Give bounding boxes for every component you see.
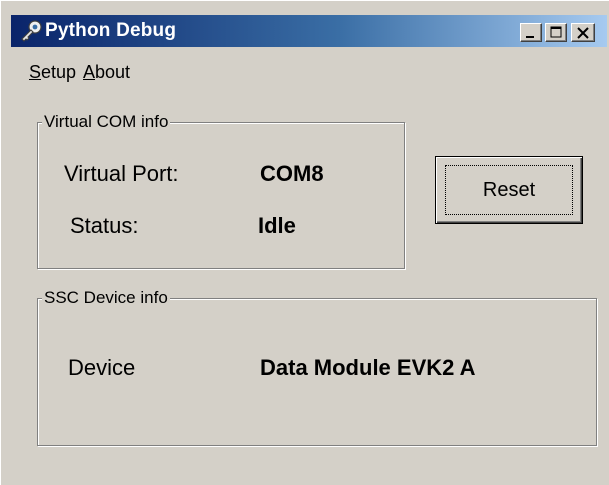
menu-setup[interactable]: Setup [29,59,76,85]
maximize-icon [550,26,562,38]
menu-about-mnemonic: A [83,62,96,82]
menu-setup-label: etup [41,62,77,82]
minimize-icon [526,36,534,38]
reset-button[interactable]: Reset [435,156,583,224]
virtual-port-label: Virtual Port: [64,161,179,186]
ssc-device-group-title: SSC Device info [42,287,170,309]
device-value: Data Module EVK2 A [260,355,476,380]
status-label: Status: [70,213,139,238]
virtual-port-value: COM8 [260,161,324,186]
close-icon [577,27,589,39]
title-bar[interactable]: Python Debug [11,15,607,47]
menu-about[interactable]: About [83,59,130,85]
menu-setup-mnemonic: S [29,62,42,82]
menu-about-label: bout [95,62,131,82]
ssc-device-group: SSC Device info Device Data Module EVK2 … [37,287,597,446]
close-button[interactable] [571,23,595,42]
key-wrench-icon [19,20,43,42]
window-title: Python Debug [45,20,177,41]
minimize-button[interactable] [520,23,542,42]
device-label: Device [68,355,136,380]
virtual-com-group-title: Virtual COM info [42,111,171,133]
reset-button-label: Reset [482,179,536,201]
status-value: Idle [258,213,296,238]
python-debug-window: Python Debug Setup About Virtual COM inf… [0,0,609,485]
maximize-button[interactable] [545,23,567,42]
virtual-com-group: Virtual COM info Virtual Port: COM8 Stat… [37,111,405,269]
